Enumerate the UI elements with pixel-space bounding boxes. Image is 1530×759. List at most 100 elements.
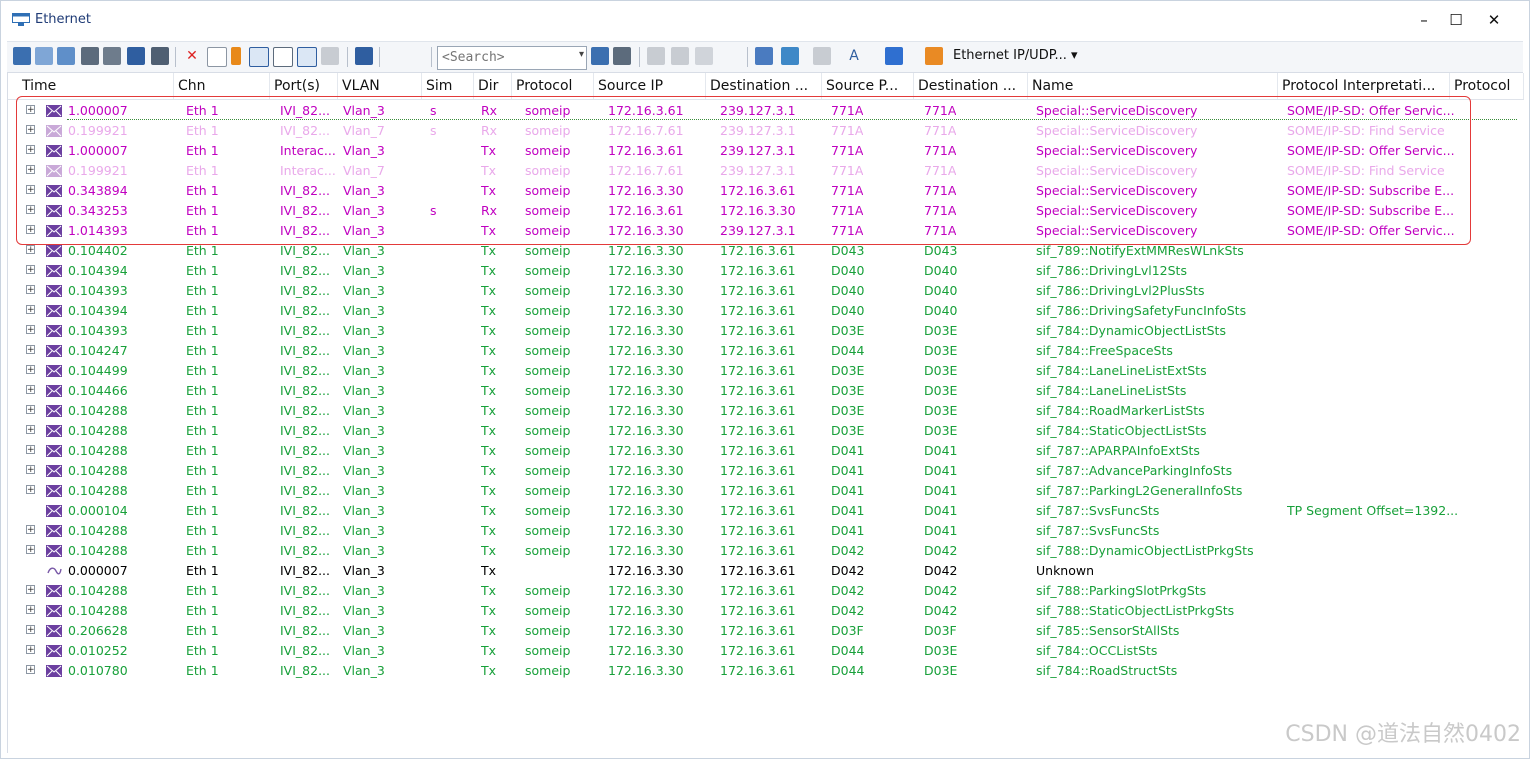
expand-icon[interactable]: + (26, 305, 35, 315)
marker-icon[interactable] (695, 47, 713, 65)
search-field[interactable]: ▾ (437, 46, 587, 70)
expand-icon[interactable]: + (26, 205, 35, 215)
column-header[interactable]: Time (18, 73, 174, 99)
expand-icon[interactable]: + (26, 605, 35, 615)
expand-icon[interactable]: + (26, 245, 35, 255)
expand-icon[interactable]: + (26, 525, 35, 535)
table-row[interactable]: +0.104288 Eth 1 IVI_82... Vlan_3 Tx someip 172… (8, 581, 1524, 601)
column-header[interactable]: Name (1028, 73, 1278, 99)
table-row[interactable]: 0.000007 Eth 1 IVI_82... Vlan_3 Tx 172.16.3.3… (8, 561, 1524, 581)
expand-icon[interactable]: + (26, 585, 35, 595)
column-header[interactable]: Destination ... (706, 73, 822, 99)
pause-icon[interactable] (231, 47, 241, 65)
column-header[interactable]: Source P... (822, 73, 914, 99)
table-row[interactable]: +0.104288 Eth 1 IVI_82... Vlan_3 Tx someip 172… (8, 421, 1524, 441)
expand-icon[interactable]: + (26, 105, 35, 115)
table-row[interactable]: +0.104393 Eth 1 IVI_82... Vlan_3 Tx someip 172… (8, 321, 1524, 341)
sort-icon[interactable] (127, 47, 145, 65)
line-style-icon[interactable] (813, 47, 831, 65)
table-row[interactable]: +0.104247 Eth 1 IVI_82... Vlan_3 Tx someip 172… (8, 341, 1524, 361)
column-header[interactable]: Port(s) (270, 73, 338, 99)
back-icon[interactable] (647, 47, 665, 65)
column-header[interactable]: Sim (422, 73, 474, 99)
table-row[interactable]: +1.000007 Eth 1 IVI_82... Vlan_3 s Rx someip 17… (8, 101, 1524, 121)
table-row[interactable]: +0.104393 Eth 1 IVI_82... Vlan_3 Tx someip 172… (8, 281, 1524, 301)
expand-icon[interactable]: + (26, 445, 35, 455)
table-row[interactable]: +0.104288 Eth 1 IVI_82... Vlan_3 Tx someip 172… (8, 481, 1524, 501)
table-row[interactable]: +0.104288 Eth 1 IVI_82... Vlan_3 Tx someip 172… (8, 441, 1524, 461)
table-row[interactable]: +0.104288 Eth 1 IVI_82... Vlan_3 Tx someip 172… (8, 601, 1524, 621)
column-header[interactable]: Dir (474, 73, 512, 99)
search-input[interactable] (438, 47, 572, 67)
table-row[interactable]: +0.104466 Eth 1 IVI_82... Vlan_3 Tx someip 172… (8, 381, 1524, 401)
table-row[interactable]: +0.104394 Eth 1 IVI_82... Vlan_3 Tx someip 172… (8, 301, 1524, 321)
find-prev-icon[interactable] (591, 47, 609, 65)
column-header[interactable]: Source IP (594, 73, 706, 99)
table-row[interactable]: +0.104288 Eth 1 IVI_82... Vlan_3 Tx someip 172… (8, 541, 1524, 561)
export-icon[interactable] (755, 47, 773, 65)
expand-icon[interactable]: + (26, 425, 35, 435)
expand-icon[interactable]: + (26, 165, 35, 175)
columns-icon[interactable] (321, 47, 339, 65)
expand-icon[interactable]: + (26, 365, 35, 375)
column-header[interactable]: Protocol (1450, 73, 1524, 99)
expand-icon[interactable]: + (26, 285, 35, 295)
expand-icon[interactable]: + (26, 465, 35, 475)
expand-icon[interactable]: + (26, 665, 35, 675)
table-row[interactable]: +1.000007 Eth 1 Interac... Vlan_3 Tx someip 17… (8, 141, 1524, 161)
expand-icon[interactable]: + (26, 185, 35, 195)
find-icon[interactable] (151, 47, 169, 65)
protocol-filter-icon[interactable] (925, 47, 943, 65)
config-icon[interactable] (13, 47, 31, 65)
tree-collapse-icon[interactable] (103, 47, 121, 65)
expand-icon[interactable]: + (26, 485, 35, 495)
table-row[interactable]: +0.104402 Eth 1 IVI_82... Vlan_3 Tx someip 172… (8, 241, 1524, 261)
table-row[interactable]: +0.010780 Eth 1 IVI_82... Vlan_3 Tx someip 172… (8, 661, 1524, 681)
column-header[interactable]: VLAN (338, 73, 422, 99)
column-header[interactable]: Destination ... (914, 73, 1028, 99)
expand-icon[interactable]: + (26, 625, 35, 635)
table-row[interactable]: +0.343894 Eth 1 IVI_82... Vlan_3 Tx someip 172… (8, 181, 1524, 201)
delete-icon[interactable]: ✕ (183, 47, 201, 65)
search-dropdown-icon[interactable]: ▾ (579, 49, 584, 60)
table-row[interactable]: +0.104499 Eth 1 IVI_82... Vlan_3 Tx someip 172… (8, 361, 1524, 381)
close-button[interactable]: ✕ (1479, 9, 1509, 31)
table-row[interactable]: +0.199921 Eth 1 IVI_82... Vlan_7 s Rx someip 17… (8, 121, 1524, 141)
expand-icon[interactable]: + (26, 545, 35, 555)
expand-icon[interactable]: + (26, 125, 35, 135)
tree-expand-icon[interactable] (81, 47, 99, 65)
page-icon[interactable] (355, 47, 373, 65)
table-row[interactable]: +0.010252 Eth 1 IVI_82... Vlan_3 Tx someip 172… (8, 641, 1524, 661)
detail-view-icon[interactable] (57, 47, 75, 65)
chart-icon[interactable] (35, 47, 53, 65)
expand-icon[interactable]: + (26, 345, 35, 355)
font-size-icon[interactable]: A (845, 47, 863, 65)
find-next-icon[interactable] (613, 47, 631, 65)
forward-icon[interactable] (671, 47, 689, 65)
expand-icon[interactable]: + (26, 405, 35, 415)
import-icon[interactable] (781, 47, 799, 65)
clear-icon[interactable] (207, 47, 227, 67)
filter-view-icon[interactable] (297, 47, 317, 67)
expand-icon[interactable]: + (26, 645, 35, 655)
minimize-button[interactable]: – (1409, 9, 1439, 31)
layout-icon[interactable] (273, 47, 293, 67)
expand-icon[interactable]: + (26, 225, 35, 235)
table-row[interactable]: +0.104394 Eth 1 IVI_82... Vlan_3 Tx someip 172… (8, 261, 1524, 281)
table-row[interactable]: +0.104288 Eth 1 IVI_82... Vlan_3 Tx someip 172… (8, 401, 1524, 421)
table-row[interactable]: 0.000104 Eth 1 IVI_82... Vlan_3 Tx someip 172.… (8, 501, 1524, 521)
table-row[interactable]: +1.014393 Eth 1 IVI_82... Vlan_3 Tx someip 172… (8, 221, 1524, 241)
column-header[interactable]: Protocol (512, 73, 594, 99)
maximize-button[interactable]: ☐ (1441, 9, 1471, 31)
column-header[interactable]: Protocol Interpretati... (1278, 73, 1450, 99)
expand-icon[interactable]: + (26, 385, 35, 395)
table-row[interactable]: +0.199921 Eth 1 Interac... Vlan_7 Tx someip 17… (8, 161, 1524, 181)
color-icon[interactable] (885, 47, 903, 65)
delta-time-icon[interactable] (249, 47, 269, 67)
table-row[interactable]: +0.206628 Eth 1 IVI_82... Vlan_3 Tx someip 172… (8, 621, 1524, 641)
expand-icon[interactable]: + (26, 265, 35, 275)
column-header[interactable]: Chn (174, 73, 270, 99)
expand-icon[interactable]: + (26, 145, 35, 155)
expand-icon[interactable]: + (26, 325, 35, 335)
table-row[interactable]: +0.104288 Eth 1 IVI_82... Vlan_3 Tx someip 172… (8, 521, 1524, 541)
